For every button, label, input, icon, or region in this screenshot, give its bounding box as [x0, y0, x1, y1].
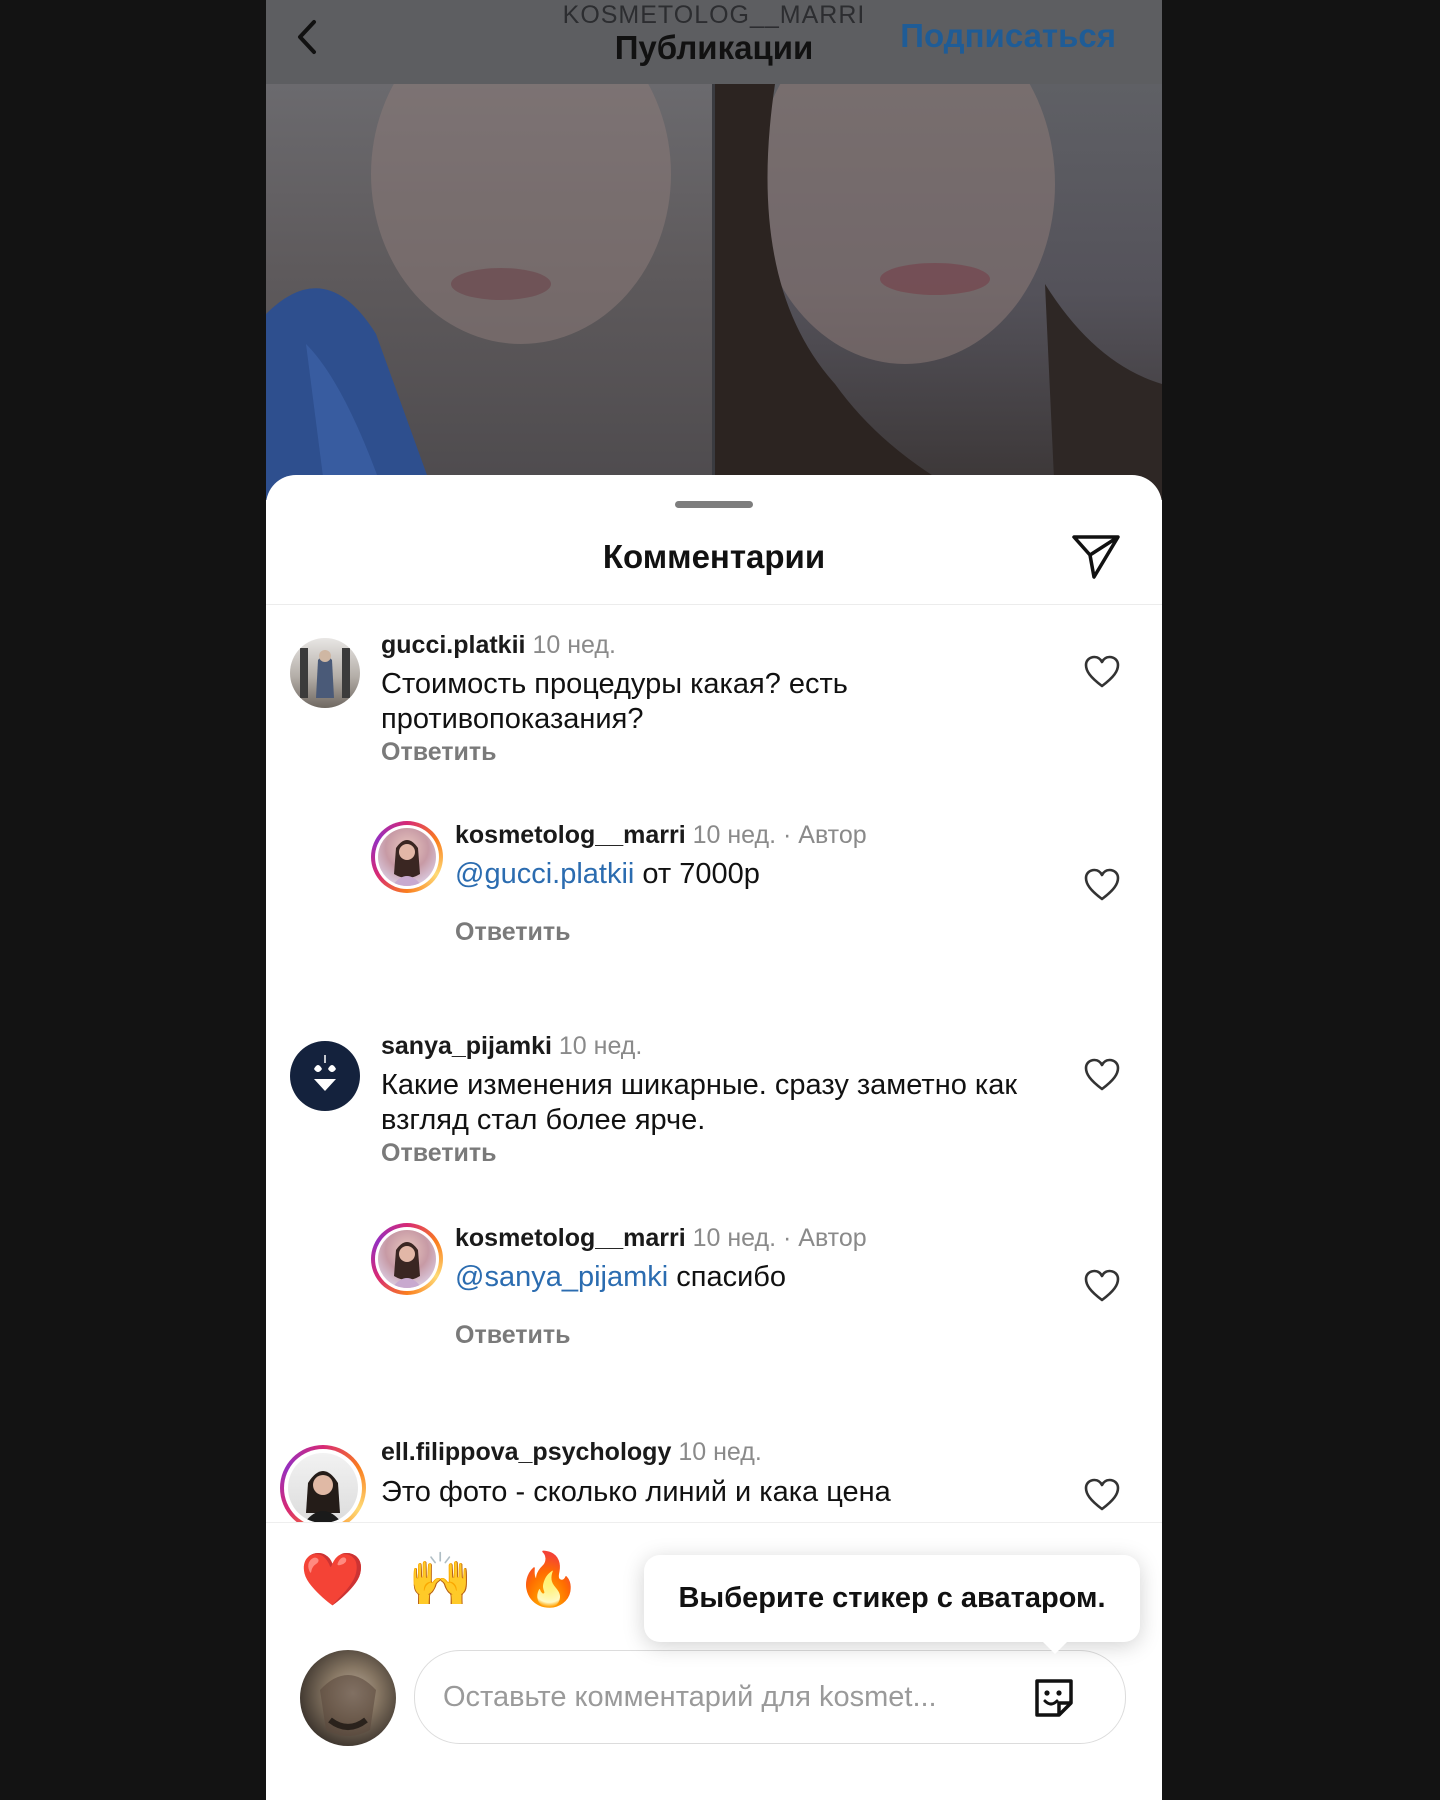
heart-icon[interactable]	[1084, 1058, 1120, 1092]
comment-header: ell.filippova_psychology 10 нед.	[381, 1437, 762, 1467]
comment-header: kosmetolog__marri 10 нед. · Автор	[455, 820, 867, 850]
reply-button[interactable]: Ответить	[381, 737, 497, 767]
comment-body: от 7000р	[634, 858, 760, 890]
comment-username[interactable]: kosmetolog__marri	[455, 821, 686, 849]
comment-item: gucci.platkii 10 нед. Стоимость процедур…	[266, 605, 1162, 805]
comments-list: gucci.platkii 10 нед. Стоимость процедур…	[266, 605, 1162, 1522]
comment-time: 10 нед.	[558, 1032, 643, 1060]
comment-username[interactable]: sanya_pijamki	[381, 1032, 552, 1060]
share-send-icon[interactable]	[1070, 529, 1122, 581]
phone-screen: KOSMETOLOG__MARRI Публикации Подписаться…	[266, 0, 1162, 1800]
author-badge: · Автор	[783, 1224, 867, 1252]
comment-time: 10 нед.	[678, 1438, 762, 1466]
comment-body: спасибо	[668, 1261, 787, 1293]
fire-reaction-button[interactable]: 🔥	[516, 1550, 581, 1610]
comment-time: 10 нед.	[692, 821, 777, 849]
story-ring[interactable]	[280, 1445, 366, 1522]
raised-hands-reaction-button[interactable]: 🙌	[408, 1550, 473, 1610]
comment-time: 10 нед.	[692, 1224, 777, 1252]
comment-header: kosmetolog__marri 10 нед. · Автор	[455, 1223, 867, 1253]
comment-text: Стоимость процедуры какая? есть противоп…	[381, 668, 848, 735]
heart-reaction-button[interactable]: ❤️	[300, 1550, 365, 1610]
comment-text: @gucci.platkii от 7000р	[455, 857, 1015, 892]
sticker-tooltip: Выберите стикер с аватаром.	[644, 1555, 1140, 1654]
divider	[266, 1522, 1162, 1523]
heart-icon[interactable]	[1084, 655, 1120, 689]
comment-text: Какие изменения шикарные. сразу заметно …	[381, 1069, 1018, 1136]
mention-link[interactable]: @sanya_pijamki	[455, 1261, 668, 1293]
comments-sheet: Комментарии gucci.platkii 10 нед. Стоимо…	[266, 475, 1162, 1800]
comment-input-container	[414, 1650, 1126, 1744]
reply-button[interactable]: Ответить	[381, 1138, 497, 1168]
comment-time: 10 нед.	[532, 631, 616, 659]
reply-button[interactable]: Ответить	[455, 1320, 571, 1350]
comment-item: sanya_pijamki 10 нед. Какие изменения ши…	[266, 1005, 1162, 1205]
comment-item: ell.filippova_psychology 10 нед. Это фот…	[266, 1405, 1162, 1522]
mention-link[interactable]: @gucci.platkii	[455, 858, 634, 890]
comment-username[interactable]: kosmetolog__marri	[455, 1224, 686, 1252]
follow-button[interactable]: Подписаться	[900, 16, 1116, 56]
avatar	[378, 1230, 436, 1288]
comment-reply-item: kosmetolog__marri 10 нед. · Автор @sanya…	[266, 1205, 1162, 1405]
comment-header: gucci.platkii 10 нед.	[381, 630, 616, 660]
sheet-title: Комментарии	[602, 538, 826, 575]
comment-input[interactable]	[441, 1651, 1005, 1743]
story-ring[interactable]	[371, 1223, 443, 1295]
comment-username[interactable]: ell.filippova_psychology	[381, 1438, 671, 1466]
before-photo	[266, 84, 712, 500]
comment-reply-item: kosmetolog__marri 10 нед. · Автор @gucci…	[266, 805, 1162, 1005]
avatar[interactable]	[290, 1041, 360, 1111]
avatar-sticker-icon[interactable]	[1029, 1673, 1079, 1723]
avatar	[378, 828, 436, 886]
avatar[interactable]	[290, 638, 360, 708]
current-user-avatar	[300, 1650, 396, 1746]
sheet-drag-handle[interactable]	[675, 501, 753, 508]
comment-username[interactable]: gucci.platkii	[381, 631, 525, 659]
top-navigation-bar: KOSMETOLOG__MARRI Публикации Подписаться	[266, 0, 1162, 84]
comment-text: @sanya_pijamki спасибо	[455, 1260, 1015, 1295]
author-badge: · Автор	[783, 821, 867, 849]
story-ring[interactable]	[371, 821, 443, 893]
after-photo	[715, 84, 1162, 500]
heart-icon[interactable]	[1084, 1478, 1120, 1512]
comment-text: Это фото - сколько линий и кака цена	[381, 1476, 891, 1508]
avatar	[288, 1453, 358, 1522]
heart-icon[interactable]	[1084, 868, 1120, 902]
reply-button[interactable]: Ответить	[455, 917, 571, 947]
heart-icon[interactable]	[1084, 1269, 1120, 1303]
comment-header: sanya_pijamki 10 нед.	[381, 1031, 642, 1061]
